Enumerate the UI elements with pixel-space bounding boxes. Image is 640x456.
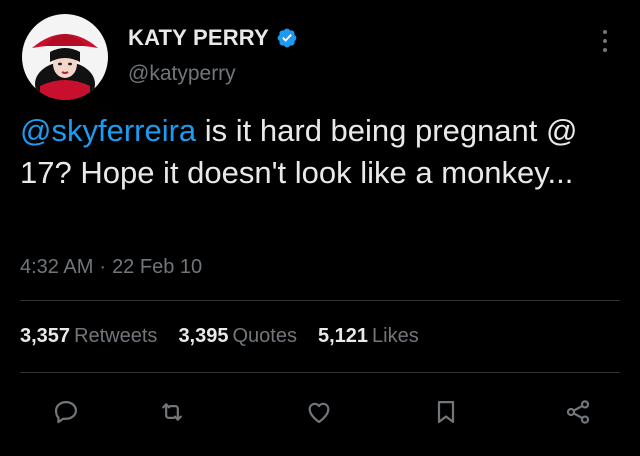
reply-button[interactable] <box>48 394 84 430</box>
quotes-count: 3,395 <box>178 325 229 347</box>
tweet-date: 22 Feb 10 <box>112 256 203 278</box>
retweets-stat[interactable]: 3,357 Retweets <box>20 325 157 348</box>
retweets-count: 3,357 <box>20 325 71 347</box>
likes-count: 5,121 <box>317 325 369 347</box>
divider-top <box>20 300 620 301</box>
retweet-button[interactable] <box>154 394 190 430</box>
quotes-label: Quotes <box>232 325 297 347</box>
divider-bottom <box>20 372 620 373</box>
retweet-icon <box>162 403 182 421</box>
retweets-label: Retweets <box>74 325 158 347</box>
quotes-stat[interactable]: 3,395 Quotes <box>178 325 297 348</box>
bookmark-button[interactable] <box>428 394 464 430</box>
author-display-name[interactable]: KATY PERRY <box>128 25 269 51</box>
share-icon <box>566 400 590 424</box>
more-options-button[interactable] <box>596 28 614 54</box>
profile-photo-icon <box>22 14 108 100</box>
share-button[interactable] <box>560 394 596 430</box>
like-button[interactable] <box>301 394 337 430</box>
bookmark-icon <box>437 400 455 424</box>
likes-label: Likes <box>372 325 419 347</box>
author-avatar[interactable] <box>22 14 108 100</box>
engagement-stats: 3,357 Retweets 3,395 Quotes 5,121 Likes <box>20 325 440 348</box>
like-icon <box>308 402 330 424</box>
likes-stat[interactable]: 5,121 Likes <box>318 325 419 348</box>
action-bar <box>0 394 640 434</box>
verified-badge-icon <box>277 28 297 48</box>
tweet-mention-link[interactable]: @skyferreira <box>20 113 196 148</box>
author-name-row: KATY PERRY <box>128 25 298 51</box>
more-vertical-icon <box>603 30 607 52</box>
author-handle[interactable]: @katyperry <box>128 62 236 86</box>
reply-icon <box>54 400 78 424</box>
tweet-time: 4:32 AM <box>20 256 94 278</box>
meta-separator: · <box>99 256 107 278</box>
tweet-text: @skyferreira is it hard being pregnant @… <box>20 110 625 194</box>
tweet-timestamp[interactable]: 4:32 AM · 22 Feb 10 <box>20 256 202 279</box>
